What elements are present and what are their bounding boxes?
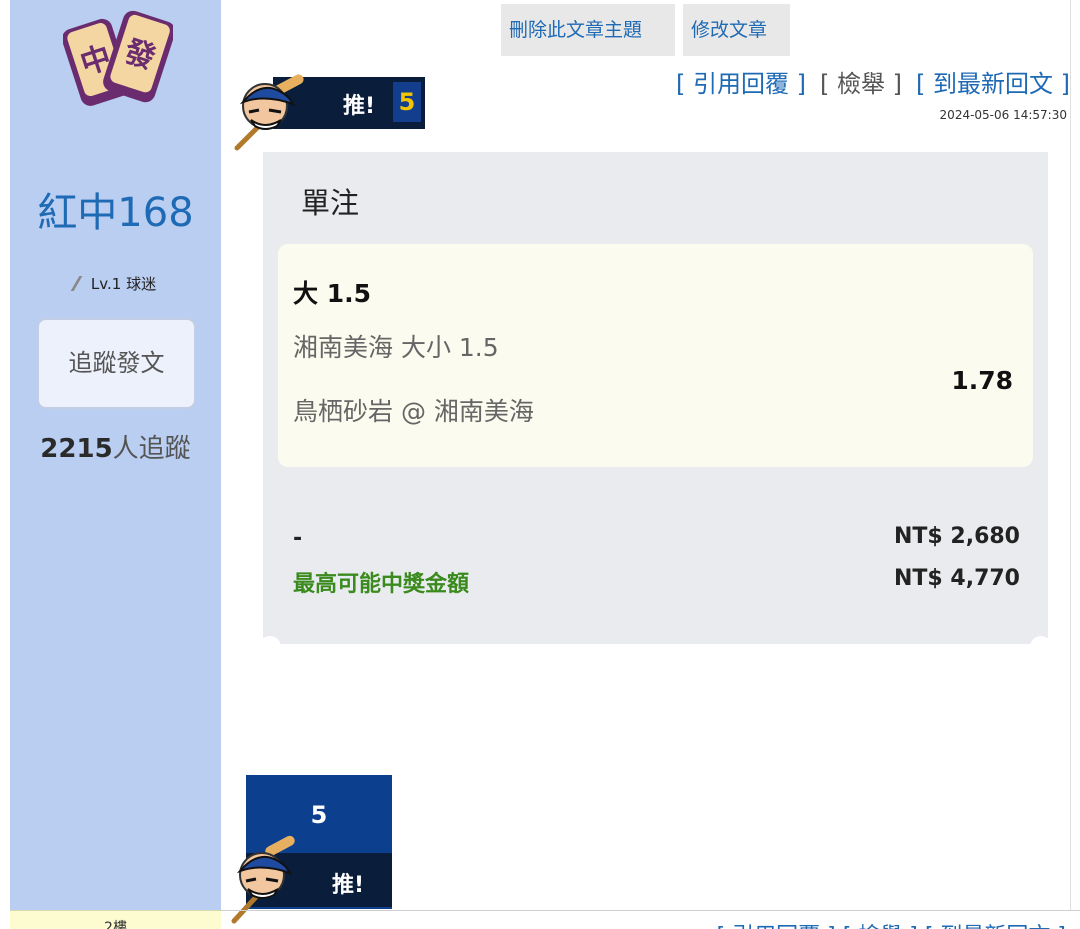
stake-value: NT$ 2,680 xyxy=(894,524,1020,549)
pencil-icon xyxy=(70,276,88,291)
quote-reply-link[interactable]: [ 引用回覆 ] xyxy=(676,70,806,98)
push-button-count: 5 xyxy=(310,801,328,829)
bet-slip-card: 單注 大 1.5 湘南美海 大小 1.5 鳥栖砂岩 @ 湘南美海 1.78 - … xyxy=(263,152,1048,644)
ticket-notch-right xyxy=(1030,636,1048,644)
followers-number: 2215 xyxy=(40,434,113,464)
bet-match: 鳥栖砂岩 @ 湘南美海 xyxy=(293,397,534,426)
followers-suffix: 人追蹤 xyxy=(112,434,191,464)
edit-post-button[interactable]: 修改文章 xyxy=(683,4,790,56)
follow-button[interactable]: 追蹤發文 xyxy=(37,318,196,409)
user-sidebar: 中 發 紅中168 Lv.1 球迷 追蹤發文 2215人追蹤 xyxy=(10,0,221,910)
forum-post: 中 發 紅中168 Lv.1 球迷 追蹤發文 2215人追蹤 2樓 刪除此文章主… xyxy=(0,0,1080,929)
followers-count: 2215人追蹤 xyxy=(10,428,221,465)
push-button-label: 推! xyxy=(332,873,365,898)
bet-market: 湘南美海 大小 1.5 xyxy=(293,333,499,362)
max-win-label: 最高可能中獎金額 xyxy=(293,572,470,597)
bet-type: 單注 xyxy=(301,186,360,220)
delete-topic-button[interactable]: 刪除此文章主題 xyxy=(501,4,675,56)
right-border xyxy=(1070,0,1071,910)
post-timestamp: 2024-05-06 14:57:30 xyxy=(939,108,1067,122)
ticket-notch-left xyxy=(263,636,281,644)
user-level-text: Lv.1 球迷 xyxy=(90,275,157,293)
user-level: Lv.1 球迷 xyxy=(10,273,221,294)
next-post-links[interactable]: [ 引用回覆 ] [ 檢舉 ] [ 到最新回文 ] xyxy=(717,918,1066,929)
push-label: 推! xyxy=(343,94,376,119)
bet-odds: 1.78 xyxy=(951,366,1013,395)
post-divider xyxy=(221,910,1080,911)
latest-reply-link[interactable]: [ 到最新回文 ] xyxy=(916,70,1070,98)
stake-label: - xyxy=(293,526,303,551)
baseball-mascot-icon xyxy=(234,74,304,151)
post-links: [ 引用回覆 ] [ 檢舉 ] [ 到最新回文 ] xyxy=(676,64,1070,99)
report-link[interactable]: [ 檢舉 ] xyxy=(820,70,902,98)
bet-pick: 大 1.5 xyxy=(293,279,371,308)
username[interactable]: 紅中168 xyxy=(10,180,221,238)
mahjong-tiles-icon: 中 發 xyxy=(63,10,173,106)
floor-number: 2樓 xyxy=(10,910,221,929)
push-badge[interactable]: 推! 5 xyxy=(231,72,425,152)
bet-selection: 大 1.5 湘南美海 大小 1.5 鳥栖砂岩 @ 湘南美海 1.78 xyxy=(278,244,1033,467)
baseball-mascot-icon xyxy=(231,835,295,924)
max-win-value: NT$ 4,770 xyxy=(894,566,1020,591)
push-count: 5 xyxy=(393,82,421,122)
